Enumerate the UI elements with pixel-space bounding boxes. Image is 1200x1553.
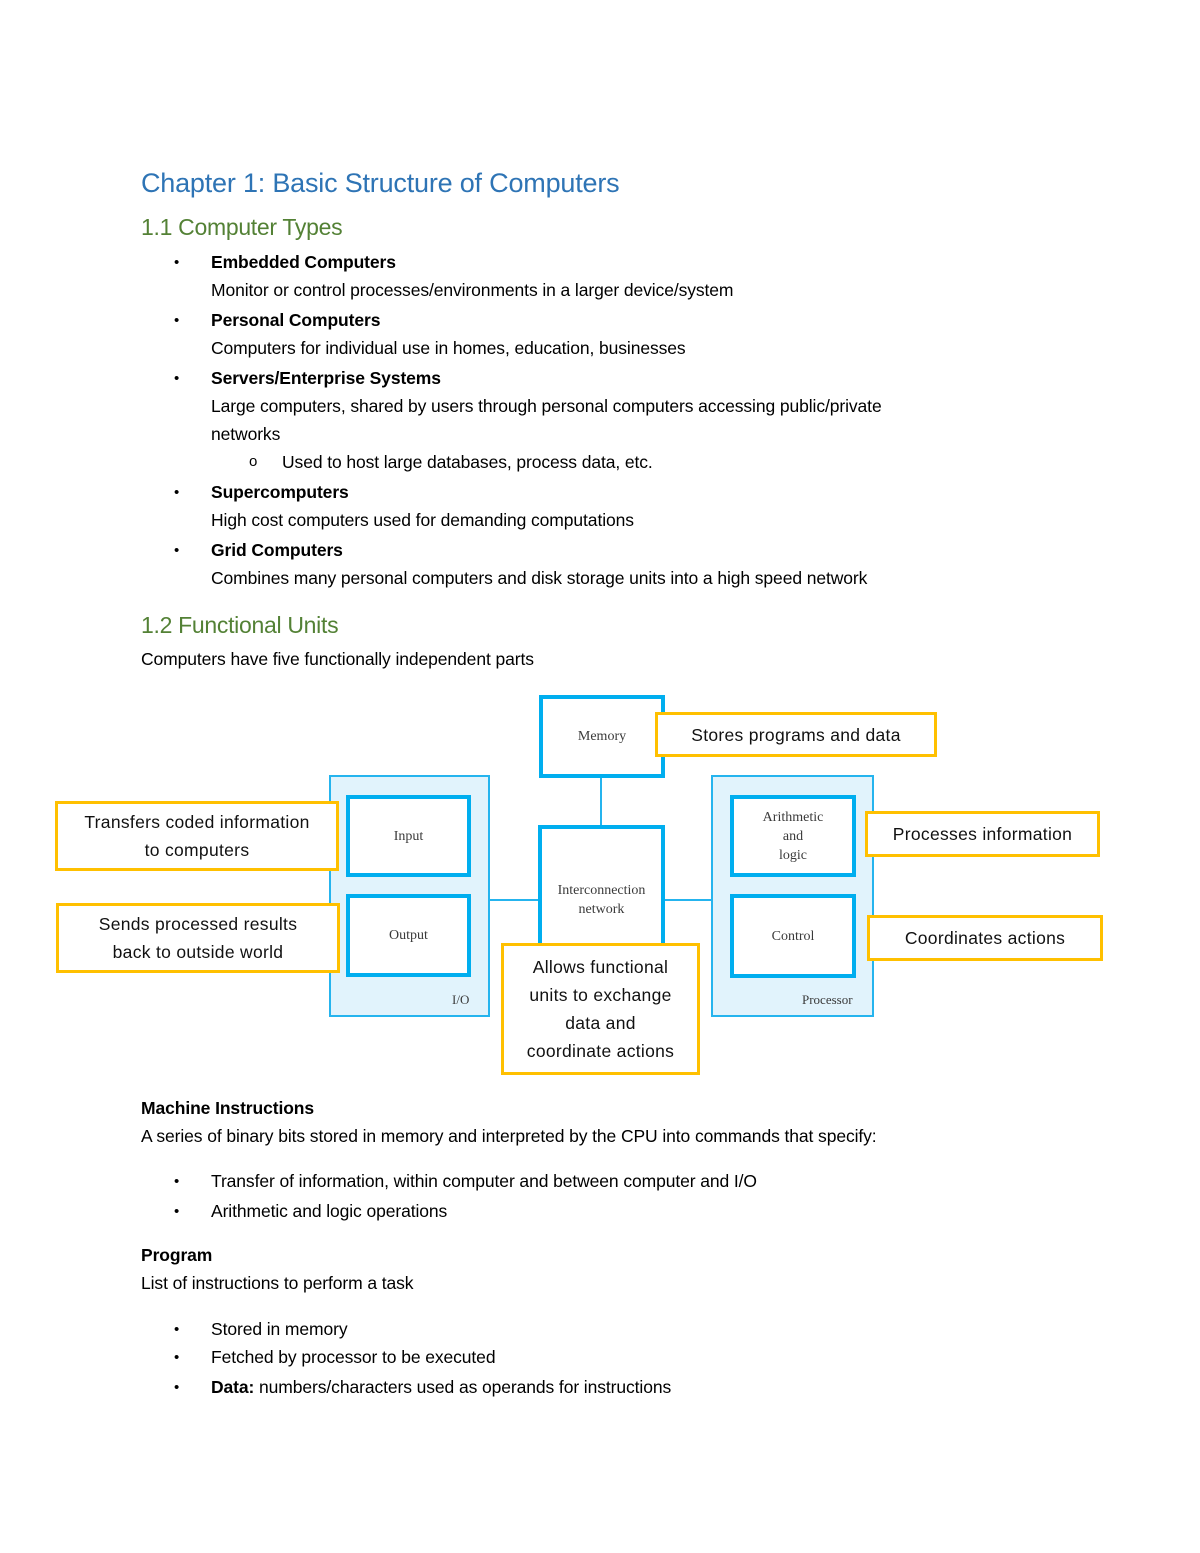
program-desc: List of instructions to perform a task	[141, 1273, 414, 1293]
output-unit: Output	[346, 894, 471, 977]
control-unit: Control	[730, 894, 856, 978]
connector-line	[600, 776, 602, 826]
callout-line: units to exchange	[529, 985, 672, 1005]
type-desc: Large computers, shared by users through…	[211, 396, 882, 416]
section-heading-functional-units: 1.2 Functional Units	[141, 612, 339, 638]
type-desc: Monitor or control processes/environment…	[211, 280, 734, 300]
input-unit: Input	[346, 795, 471, 877]
type-desc: Computers for individual use in homes, e…	[211, 338, 686, 358]
program-item: Fetched by processor to be executed	[211, 1347, 496, 1367]
alu-label-line: logic	[779, 847, 807, 863]
connector-line	[489, 899, 539, 901]
alu-unit: Arithmetic and logic	[730, 795, 856, 877]
callout-output-text: Sends processed results back to outside …	[99, 910, 298, 966]
type-title: Servers/Enterprise Systems	[211, 368, 441, 388]
io-group-label: I/O	[452, 992, 470, 1007]
type-desc: Combines many personal computers and dis…	[211, 568, 868, 588]
type-title: Grid Computers	[211, 540, 343, 560]
type-sub-item: Used to host large databases, process da…	[282, 452, 653, 472]
program-item: Stored in memory	[211, 1319, 348, 1339]
bullet: •	[174, 1173, 180, 1190]
data-desc: numbers/characters used as operands for …	[254, 1377, 672, 1397]
bullet: •	[174, 484, 180, 501]
callout-output: Sends processed results back to outside …	[56, 903, 340, 973]
type-title: Embedded Computers	[211, 252, 396, 272]
output-unit-label: Output	[389, 928, 428, 943]
bullet: •	[174, 254, 180, 271]
callout-input-text: Transfers coded information to computers	[84, 808, 309, 864]
interconnection-network-label: Interconnection network	[558, 881, 646, 919]
machine-instructions-heading: Machine Instructions	[141, 1098, 315, 1118]
type-desc-cont: networks	[211, 424, 281, 444]
alu-unit-label: Arithmetic and logic	[763, 808, 824, 865]
memory-unit: Memory	[539, 695, 665, 778]
callout-memory-text: Stores programs and data	[691, 724, 901, 745]
section-heading-computer-types: 1.1 Computer Types	[141, 214, 343, 240]
type-desc: High cost computers used for demanding c…	[211, 510, 634, 530]
chapter-title: Chapter 1: Basic Structure of Computers	[141, 168, 620, 198]
callout-control-text: Coordinates actions	[904, 928, 1066, 948]
functional-units-intro: Computers have five functionally indepen…	[141, 649, 534, 669]
machine-instruction-item: Arithmetic and logic operations	[211, 1201, 448, 1221]
data-label: Data:	[211, 1377, 255, 1397]
callout-alu-text: Processes information	[892, 824, 1073, 844]
callout-interconnection-text: Allows functional units to exchange data…	[527, 953, 674, 1065]
control-unit-label: Control	[771, 928, 815, 944]
callout-line: Sends processed results	[98, 914, 298, 934]
callout-line: back to outside world	[112, 942, 284, 962]
callout-line: coordinate actions	[526, 1041, 675, 1061]
alu-label-line: and	[782, 828, 804, 844]
machine-instructions-desc: A series of binary bits stored in memory…	[141, 1126, 877, 1146]
input-unit-label: Input	[393, 828, 424, 844]
bullet: •	[174, 1349, 180, 1366]
connector-line	[664, 899, 712, 901]
type-title: Personal Computers	[211, 310, 381, 330]
bullet: •	[174, 1321, 180, 1338]
callout-alu: Processes information	[865, 811, 1100, 857]
bullet: •	[174, 542, 180, 559]
bullet: •	[174, 1203, 180, 1220]
alu-label-line: Arithmetic	[762, 809, 824, 825]
callout-control: Coordinates actions	[867, 915, 1103, 961]
bullet: •	[174, 1379, 180, 1396]
bullet: •	[174, 370, 180, 387]
program-item-data: Data: numbers/characters used as operand…	[211, 1373, 671, 1401]
bullet: •	[174, 312, 180, 329]
type-title: Supercomputers	[211, 482, 349, 502]
callout-interconnection: Allows functional units to exchange data…	[501, 943, 700, 1075]
memory-unit-label: Memory	[577, 729, 627, 744]
program-heading: Program	[141, 1245, 213, 1265]
interconnect-label-line: Interconnection	[557, 883, 646, 898]
sub-bullet: o	[249, 453, 258, 470]
callout-memory: Stores programs and data	[655, 712, 937, 757]
callout-line: Transfers coded information	[84, 812, 310, 832]
callout-line: data and	[565, 1013, 636, 1033]
interconnect-label-line: network	[578, 902, 625, 917]
processor-group-label: Processor	[802, 992, 853, 1007]
callout-input: Transfers coded information to computers	[55, 801, 339, 871]
machine-instruction-item: Transfer of information, within computer…	[211, 1171, 757, 1191]
callout-line: to computers	[144, 840, 250, 860]
callout-line: Allows functional	[532, 957, 669, 977]
